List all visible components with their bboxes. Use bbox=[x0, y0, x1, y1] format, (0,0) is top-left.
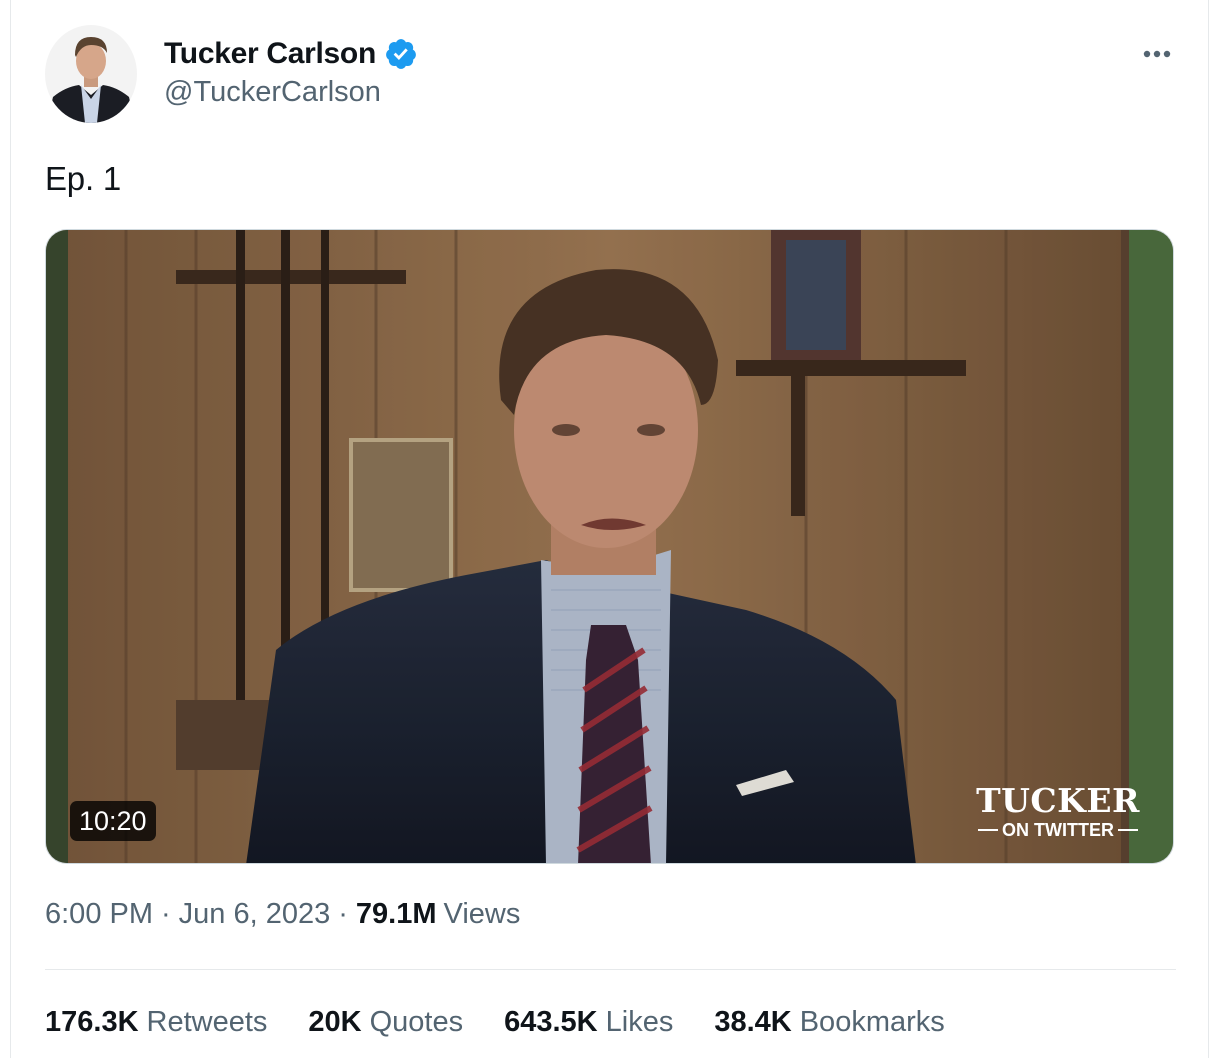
stat-likes[interactable]: 643.5K Likes bbox=[504, 1006, 673, 1039]
divider bbox=[45, 969, 1176, 970]
meta-separator: · bbox=[338, 898, 348, 930]
author-name[interactable]: Tucker Carlson bbox=[164, 37, 376, 71]
meta-separator: · bbox=[161, 898, 171, 930]
stat-label: Retweets bbox=[146, 1006, 268, 1038]
watermark-subtitle: ON TWITTER bbox=[974, 819, 1142, 841]
stat-count: 176.3K bbox=[45, 1006, 139, 1038]
more-dots-icon bbox=[1143, 50, 1171, 58]
video-watermark: TUCKER ON TWITTER bbox=[974, 783, 1142, 841]
avatar[interactable] bbox=[45, 25, 137, 123]
stat-count: 20K bbox=[308, 1006, 362, 1038]
stat-bookmarks[interactable]: 38.4K Bookmarks bbox=[714, 1006, 944, 1039]
stat-count: 643.5K bbox=[504, 1006, 598, 1038]
tweet-meta: 6:00 PM · Jun 6, 2023 · 79.1M Views bbox=[45, 898, 520, 931]
stat-quotes[interactable]: 20K Quotes bbox=[308, 1006, 463, 1039]
stat-label: Bookmarks bbox=[799, 1006, 945, 1038]
avatar-image bbox=[45, 25, 137, 123]
tweet-text: Ep. 1 bbox=[45, 160, 122, 197]
tweet-stats: 176.3K Retweets 20K Quotes 643.5K Likes 38.… bbox=[45, 1006, 986, 1039]
tweet-date[interactable]: Jun 6, 2023 bbox=[179, 898, 331, 931]
stat-label: Likes bbox=[605, 1006, 674, 1038]
more-button[interactable] bbox=[1135, 38, 1179, 70]
author-name-row[interactable]: Tucker Carlson bbox=[164, 34, 418, 74]
verified-badge-icon[interactable] bbox=[384, 37, 418, 71]
views-count: 79.1M bbox=[355, 898, 437, 930]
author-handle[interactable]: @TuckerCarlson bbox=[164, 76, 381, 109]
watermark-title: TUCKER bbox=[976, 781, 1140, 820]
stat-count: 38.4K bbox=[714, 1006, 792, 1038]
video-player[interactable]: 10:20 TUCKER ON TWITTER bbox=[45, 229, 1174, 864]
video-duration-badge: 10:20 bbox=[70, 801, 156, 841]
stat-retweets[interactable]: 176.3K Retweets bbox=[45, 1006, 267, 1039]
tweet-time[interactable]: 6:00 PM bbox=[45, 898, 153, 931]
views-label: Views bbox=[443, 898, 521, 930]
stat-label: Quotes bbox=[369, 1006, 464, 1038]
video-thumbnail bbox=[46, 230, 1173, 863]
